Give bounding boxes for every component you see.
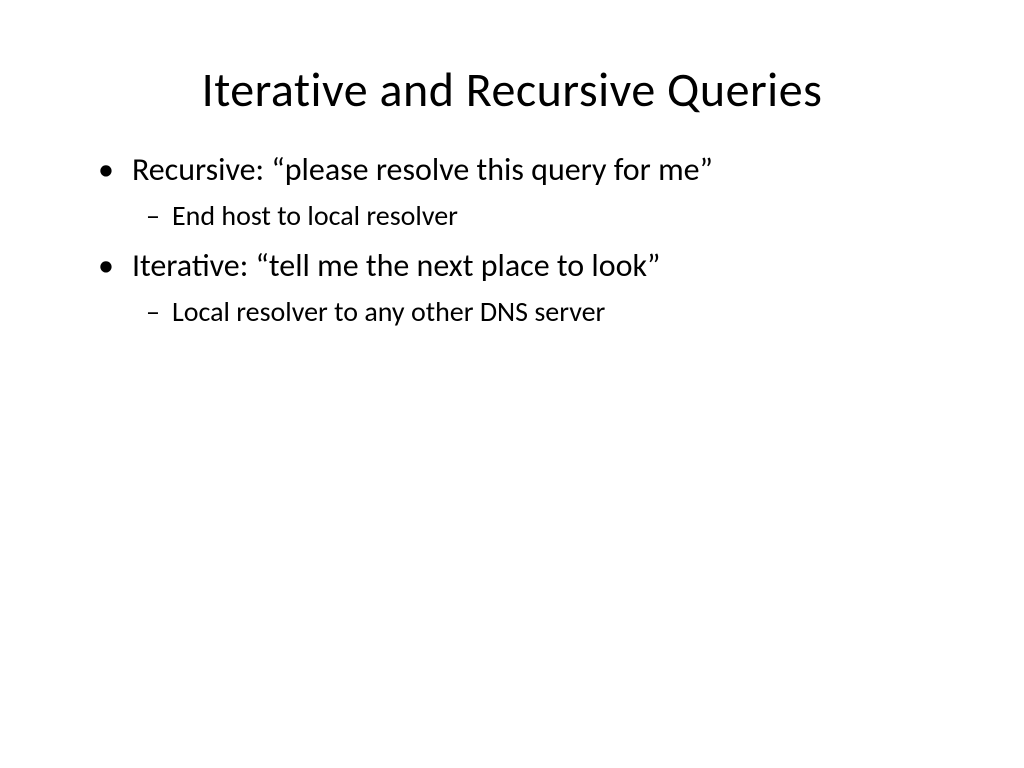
sub-bullet-marker-icon: –: [146, 197, 160, 235]
bullet-text: Recursive: “please resolve this query fo…: [132, 149, 713, 191]
bullet-marker-icon: •: [98, 149, 114, 191]
sub-bullet-text: Local resolver to any other DNS server: [172, 293, 605, 331]
sub-bullet-text: End host to local resolver: [172, 197, 458, 235]
sub-bullet-marker-icon: –: [146, 293, 160, 331]
slide-title: Iterative and Recursive Queries: [70, 60, 954, 119]
bullet-item: • Iterative: “tell me the next place to …: [98, 245, 954, 287]
sub-bullet-item: – End host to local resolver: [146, 197, 954, 235]
bullet-text: Iterative: “tell me the next place to lo…: [132, 245, 660, 287]
slide-content: • Recursive: “please resolve this query …: [70, 149, 954, 331]
bullet-item: • Recursive: “please resolve this query …: [98, 149, 954, 191]
bullet-marker-icon: •: [98, 245, 114, 287]
sub-bullet-item: – Local resolver to any other DNS server: [146, 293, 954, 331]
